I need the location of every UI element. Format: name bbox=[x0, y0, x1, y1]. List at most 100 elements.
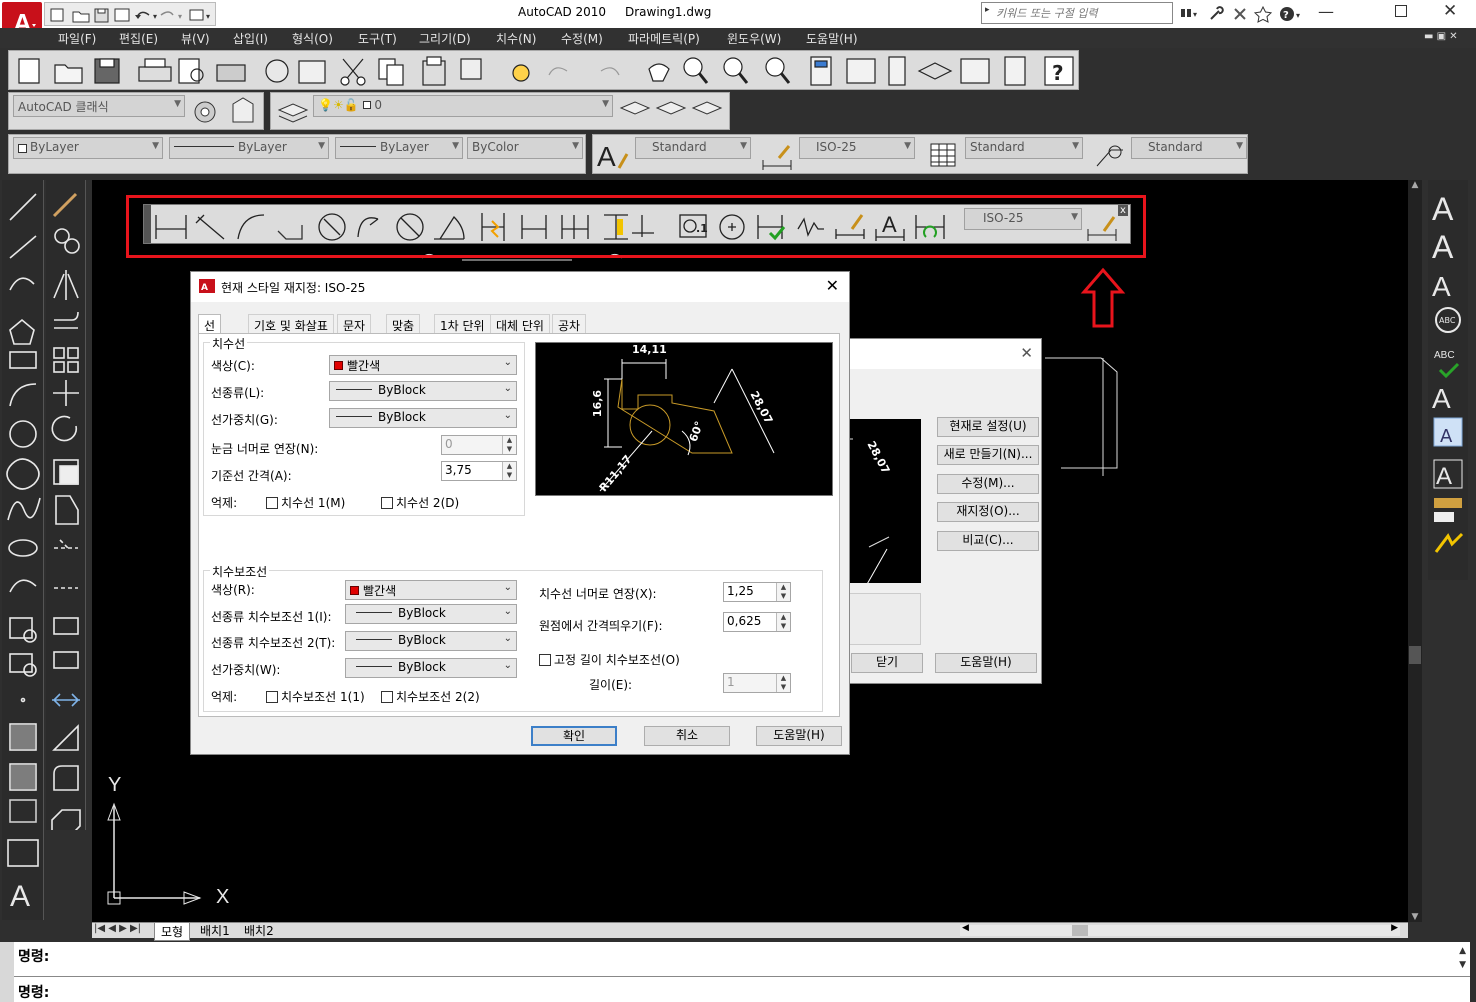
layer-properties-icon[interactable] bbox=[275, 96, 311, 128]
text-tools-icons[interactable]: A A A ABC A A ABC A bbox=[1428, 180, 1468, 580]
doc-window-controls[interactable]: ▬ ▣ ✕ bbox=[1424, 31, 1458, 42]
dimline-suppress2-checkbox[interactable]: 치수선 2(D) bbox=[381, 494, 459, 511]
menu-help[interactable]: 도움말(H) bbox=[806, 30, 858, 47]
linetype-select[interactable]: ByLayer ▼ bbox=[169, 137, 329, 159]
mleader-style-select[interactable]: Standard ▼ bbox=[1131, 137, 1247, 159]
menu-tools[interactable]: 도구(T) bbox=[358, 30, 397, 47]
command-window[interactable]: 명령: 명령: ▲ ▼ bbox=[14, 942, 1470, 1002]
canvas-hscrollbar[interactable]: ◀ ▶ bbox=[960, 923, 1400, 936]
search-box[interactable]: ▸ bbox=[981, 2, 1173, 24]
mleader-style-icon[interactable] bbox=[1091, 138, 1127, 172]
ucs-y-label: Y bbox=[108, 774, 122, 796]
close-window-button[interactable]: ✕ bbox=[1443, 1, 1457, 21]
ok-button[interactable]: 확인 bbox=[531, 726, 617, 746]
tab-lines[interactable]: 선 bbox=[198, 314, 222, 334]
menu-modify[interactable]: 수정(M) bbox=[561, 30, 603, 47]
compare-style-button[interactable]: 비교(C)... bbox=[937, 531, 1039, 551]
command-grip[interactable] bbox=[0, 942, 14, 1002]
hscroll-thumb[interactable] bbox=[1072, 925, 1088, 936]
set-current-button[interactable]: 현재로 설정(U) bbox=[937, 417, 1039, 437]
text-style-select[interactable]: Standard ▼ bbox=[635, 137, 751, 159]
extline-color-select[interactable]: 빨간색 ⌄ bbox=[345, 580, 517, 600]
tab-text[interactable]: 문자 bbox=[337, 314, 372, 334]
plotstyle-select[interactable]: ByColor ▼ bbox=[467, 137, 583, 159]
scroll-up-arrow[interactable]: ▲ bbox=[1408, 180, 1422, 190]
dialog-close-icon[interactable]: ✕ bbox=[826, 276, 839, 295]
hscroll-left-arrow[interactable]: ◀ bbox=[962, 923, 969, 933]
dim-style-select[interactable]: ISO-25 ▼ bbox=[799, 137, 915, 159]
standard-toolbar-icons[interactable]: ? bbox=[9, 51, 1080, 91]
extline-beyond-input[interactable]: 1,25 ▲ ▼ bbox=[723, 582, 791, 602]
maximize-button[interactable] bbox=[1395, 5, 1407, 17]
table-style-select[interactable]: Standard ▼ bbox=[965, 137, 1083, 159]
tab-tolerances[interactable]: 공차 bbox=[552, 314, 587, 334]
minimize-button[interactable]: — bbox=[1318, 2, 1334, 21]
hscroll-right-arrow[interactable]: ▶ bbox=[1391, 923, 1398, 933]
tab-model[interactable]: 모형 bbox=[154, 922, 191, 941]
command-scroll-arrows[interactable]: ▲ ▼ bbox=[1459, 944, 1466, 972]
svg-text:A: A bbox=[1440, 426, 1453, 447]
dimline-linetype-select[interactable]: ByBlock ⌄ bbox=[329, 381, 517, 401]
layers-toolbar: 💡☀🔓 0 ▼ bbox=[270, 92, 730, 130]
layer-select[interactable]: 💡☀🔓 0 ▼ bbox=[313, 95, 613, 117]
dimline-baseline-spinner[interactable]: ▲ ▼ bbox=[502, 462, 516, 480]
menu-format[interactable]: 형식(O) bbox=[292, 30, 333, 47]
menu-parametric[interactable]: 파라메트릭(P) bbox=[628, 30, 700, 47]
svg-text:?: ? bbox=[1052, 61, 1064, 85]
draw-tools-icons[interactable]: A bbox=[2, 180, 44, 920]
color-select[interactable]: ByLayer ▼ bbox=[13, 137, 163, 159]
extline-offset-spinner[interactable]: ▲ ▼ bbox=[776, 613, 790, 631]
canvas-vscrollbar[interactable]: ▲ ▼ bbox=[1408, 180, 1422, 922]
manager-close-button[interactable]: 닫기 bbox=[851, 653, 923, 673]
dimline-suppress1-checkbox[interactable]: 치수선 1(M) bbox=[266, 494, 345, 511]
layer-color-swatch bbox=[362, 101, 371, 109]
command-prompt[interactable]: 명령: bbox=[18, 982, 49, 1002]
manager-help-button[interactable]: 도움말(H) bbox=[935, 653, 1037, 673]
extline-fixed-checkbox[interactable]: 고정 길이 치수보조선(O) bbox=[539, 651, 680, 668]
menu-view[interactable]: 뷰(V) bbox=[181, 30, 210, 47]
vscroll-thumb[interactable] bbox=[1409, 646, 1421, 664]
lineweight-select[interactable]: ByLayer ▼ bbox=[335, 137, 463, 159]
dim-style-icon[interactable] bbox=[759, 138, 795, 172]
preview-dim-height: 16,6 bbox=[591, 389, 605, 418]
tab-fit[interactable]: 맞춤 bbox=[386, 314, 421, 334]
menu-file[interactable]: 파일(F) bbox=[58, 30, 96, 47]
search-input[interactable] bbox=[996, 4, 1166, 22]
menu-window[interactable]: 윈도우(W) bbox=[727, 30, 781, 47]
extline-offset-input[interactable]: 0,625 ▲ ▼ bbox=[723, 612, 791, 632]
modify-tools-icons[interactable] bbox=[46, 180, 86, 830]
tab-layout2[interactable]: 배치2 bbox=[240, 922, 278, 939]
manager-close-icon[interactable]: ✕ bbox=[1020, 344, 1033, 362]
tab-nav-arrows[interactable]: |◀ ◀ ▶ ▶| bbox=[94, 923, 141, 934]
override-style-button[interactable]: 재지정(O)... bbox=[937, 502, 1039, 522]
dimline-baseline-input[interactable]: 3,75 ▲ ▼ bbox=[441, 461, 517, 481]
dimline-lineweight-select[interactable]: ByBlock ⌄ bbox=[329, 408, 517, 428]
tab-alternate-units[interactable]: 대체 단위 bbox=[490, 314, 550, 334]
tab-primary-units[interactable]: 1차 단위 bbox=[434, 314, 491, 334]
scroll-down-arrow[interactable]: ▼ bbox=[1408, 912, 1422, 922]
table-style-icon[interactable] bbox=[925, 138, 961, 172]
extline-lw-select[interactable]: ByBlock ⌄ bbox=[345, 658, 517, 678]
extline-beyond-spinner[interactable]: ▲ ▼ bbox=[776, 583, 790, 601]
workspace-settings-icons[interactable] bbox=[191, 96, 261, 128]
menu-edit[interactable]: 편집(E) bbox=[119, 30, 158, 47]
menu-insert[interactable]: 삽입(I) bbox=[233, 30, 268, 47]
extline-suppress1-checkbox[interactable]: 치수보조선 1(1) bbox=[266, 688, 365, 705]
text-style-icon[interactable]: A bbox=[595, 138, 631, 172]
help-button[interactable]: 도움말(H) bbox=[756, 726, 842, 746]
tab-layout1[interactable]: 배치1 bbox=[196, 922, 234, 939]
workspace-select[interactable]: AutoCAD 클래식 ▼ bbox=[13, 95, 185, 117]
modify-style-button[interactable]: 수정(M)... bbox=[937, 474, 1039, 494]
new-style-button[interactable]: 새로 만들기(N)... bbox=[937, 445, 1039, 465]
layer-tools-icons[interactable] bbox=[617, 96, 727, 128]
dimline-color-select[interactable]: 빨간색 ⌄ bbox=[329, 355, 517, 375]
menu-dimension[interactable]: 치수(N) bbox=[496, 30, 536, 47]
quick-access-icons[interactable]: ▾ ▾ ▾ bbox=[45, 3, 217, 27]
menu-draw[interactable]: 그리기(D) bbox=[419, 30, 471, 47]
tab-symbols-arrows[interactable]: 기호 및 화살표 bbox=[248, 314, 334, 334]
infocenter-icons[interactable]: ▾ ? ▾ bbox=[1175, 3, 1305, 23]
extline-lt2-select[interactable]: ByBlock ⌄ bbox=[345, 631, 517, 651]
extline-lt1-select[interactable]: ByBlock ⌄ bbox=[345, 604, 517, 624]
extline-suppress2-checkbox[interactable]: 치수보조선 2(2) bbox=[381, 688, 480, 705]
cancel-button[interactable]: 취소 bbox=[644, 726, 730, 746]
